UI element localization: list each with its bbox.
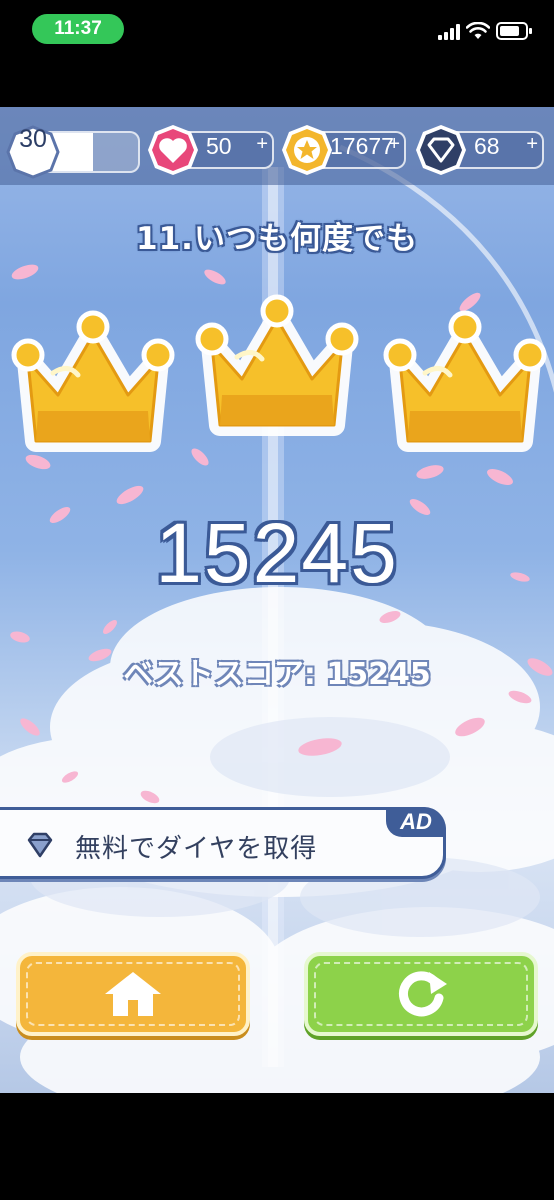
replay-icon bbox=[399, 971, 447, 1017]
game-screen: 30 50 + 17677 + 68 + 11.いつも何度でも 15245 ベス… bbox=[0, 107, 554, 1093]
diamonds-plus-button[interactable]: + bbox=[526, 133, 538, 167]
crown-icon bbox=[380, 303, 550, 463]
home-indicator-area bbox=[0, 1093, 554, 1200]
free-diamonds-label: 無料でダイヤを取得 bbox=[75, 834, 318, 864]
coins-plus-button[interactable]: + bbox=[388, 133, 400, 167]
crown-icon bbox=[8, 303, 178, 463]
score-value: 15245 bbox=[155, 506, 399, 600]
top-hud: 30 50 + 17677 + 68 + bbox=[0, 107, 554, 185]
status-time: 11:37 bbox=[32, 14, 124, 44]
diamonds-value: 68 bbox=[474, 133, 500, 159]
status-bar: 11:37 bbox=[0, 0, 554, 60]
crown-icon bbox=[192, 287, 362, 447]
free-diamonds-ad-button[interactable]: 無料でダイヤを取得 AD bbox=[0, 807, 446, 879]
star-coin-icon bbox=[282, 125, 332, 175]
diamond-icon bbox=[416, 125, 466, 175]
best-score: ベストスコア: 15245 bbox=[123, 657, 431, 692]
home-button[interactable] bbox=[16, 952, 250, 1036]
battery-fill bbox=[500, 26, 520, 36]
battery-icon bbox=[496, 22, 532, 40]
heart-icon bbox=[148, 125, 198, 175]
cellular-signal-icon bbox=[438, 24, 460, 40]
replay-button[interactable] bbox=[304, 952, 538, 1036]
wifi-icon bbox=[466, 22, 490, 39]
diamond-icon bbox=[27, 832, 53, 858]
coins-value: 17677 bbox=[330, 133, 394, 159]
ad-badge: AD bbox=[386, 807, 446, 837]
lives-value: 50 bbox=[206, 133, 232, 159]
song-title: 11.いつも何度でも bbox=[136, 221, 418, 257]
home-icon bbox=[105, 972, 161, 1016]
lives-plus-button[interactable]: + bbox=[256, 133, 268, 167]
level-number: 30 bbox=[19, 125, 47, 153]
